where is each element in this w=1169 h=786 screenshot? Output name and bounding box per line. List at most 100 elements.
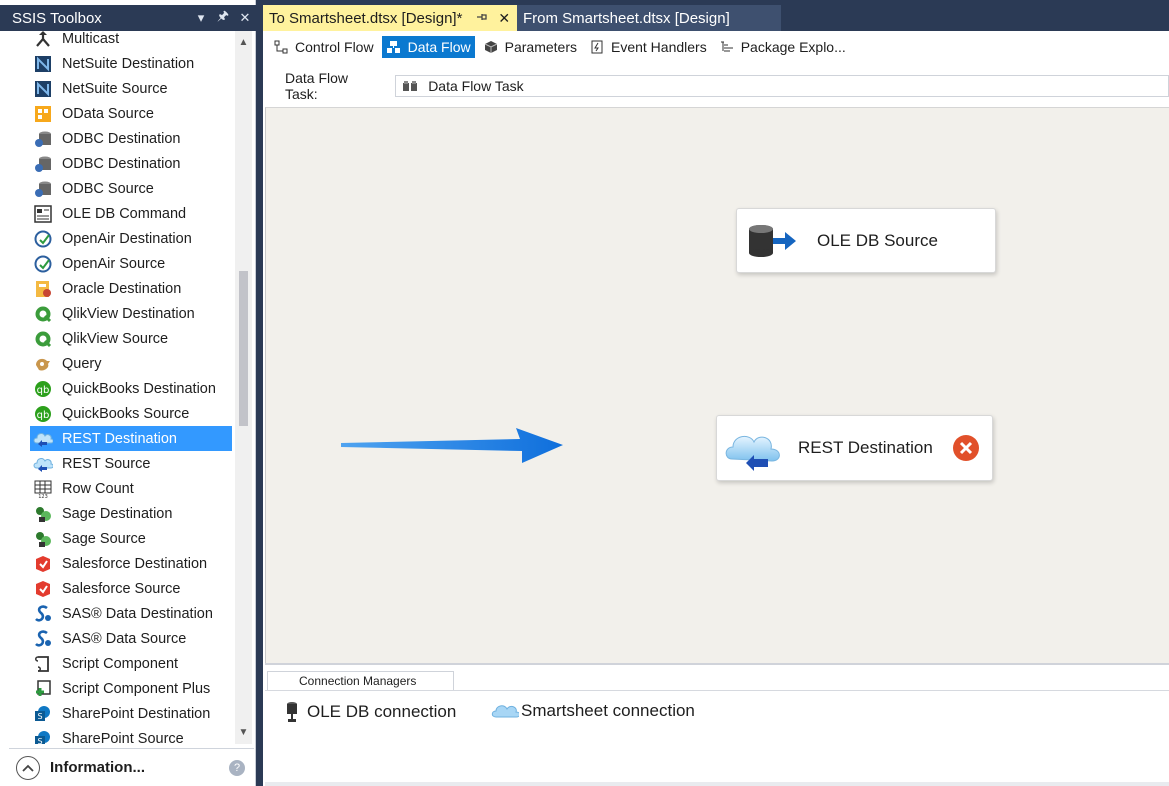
toolbox-item[interactable]: QlikView Destination [30,301,232,326]
scroll-down-icon[interactable]: ▼ [238,727,249,738]
svg-text:S: S [37,737,42,745]
connection-label: Smartsheet connection [521,701,695,720]
toolbox-item[interactable]: Script Component [30,651,232,676]
error-icon[interactable] [952,434,980,462]
toolbox-item-label: QlikView Destination [62,305,195,322]
toolbox-item[interactable]: S SharePoint Source [30,726,232,744]
toolbox-header: SSIS Toolbox ▾ 🖈 ✕ [0,5,256,31]
package-designer: Control Flow Data Flow Parameters Event … [263,31,1169,786]
toolbox-item[interactable]: OData Source [30,101,232,126]
rest-icon [33,454,53,474]
toolbox-item-label: Query [62,355,102,372]
openair-icon [33,254,53,274]
tab-package-explorer[interactable]: Package Explo... [715,36,850,58]
sage-icon [33,529,53,549]
toolbox-item[interactable]: SAS® Data Source [30,626,232,651]
toolbox-item-label: NetSuite Source [62,80,168,97]
help-icon[interactable]: ? [229,759,245,776]
tab-from-smartsheet[interactable]: From Smartsheet.dtsx [Design] [517,5,781,31]
query-icon [33,354,53,374]
svg-text:qb: qb [37,410,50,421]
toolbox-item[interactable]: NetSuite Source [30,76,232,101]
toolbox-item-label: QuickBooks Source [62,405,190,422]
pin-icon[interactable]: 🖈 [212,7,234,29]
tab-data-flow[interactable]: Data Flow [381,36,475,58]
toolbox-item[interactable]: Sage Destination [30,501,232,526]
toolbox-item[interactable]: OLE DB Command [30,201,232,226]
toolbox-item-label: SAS® Data Destination [62,605,213,622]
smartsheet-connection[interactable]: Smartsheet connection [491,701,695,721]
toolbox-item[interactable]: 123 Row Count [30,476,232,501]
toolbox-item-label: ODBC Destination [62,130,181,147]
toolbox-scrollbar[interactable]: ▲ ▼ [235,31,252,744]
toolbox-item[interactable]: S SharePoint Destination [30,701,232,726]
toolbox-item[interactable]: Oracle Destination [30,276,232,301]
close-icon[interactable]: ✕ [234,10,256,26]
connection-managers-pane: Connection Managers OLE DB connection Sm… [265,663,1169,786]
information-label: Information... [50,759,145,776]
sas-icon [33,629,53,649]
rest-destination-component[interactable]: REST Destination [716,415,993,481]
data-flow-task-select[interactable]: Data Flow Task [395,75,1169,97]
toolbox-item[interactable]: OpenAir Destination [30,226,232,251]
tab-event-handlers[interactable]: Event Handlers [585,36,711,58]
pin-icon[interactable] [476,11,488,25]
toolbox-item[interactable]: Query [30,351,232,376]
toolbox-item-label: REST Destination [62,430,177,447]
toolbox-item[interactable]: ODBC Destination [30,126,232,151]
tab-parameters[interactable]: Parameters [479,36,581,58]
toolbox-title: SSIS Toolbox [12,9,102,27]
tab-to-smartsheet[interactable]: To Smartsheet.dtsx [Design]* ✕ [263,5,517,31]
toolbox-item[interactable]: Multicast [30,31,232,51]
toolbox-item-label: OData Source [62,105,154,122]
data-flow-canvas[interactable]: OLE DB Source REST Destination [265,107,1169,663]
toolbox-item[interactable]: REST Destination [30,426,232,451]
openair-icon [33,229,53,249]
toolbox-item[interactable]: ODBC Source [30,176,232,201]
quickbooks-icon: qb [33,379,53,399]
toolbox-item-label: Sage Source [62,530,146,547]
row-count-icon: 123 [33,479,53,499]
toolbox-item[interactable]: Salesforce Source [30,576,232,601]
multicast-icon [33,31,53,49]
toolbox-item[interactable]: SAS® Data Destination [30,601,232,626]
tab-label: Control Flow [295,39,374,55]
toolbox-item[interactable]: qb QuickBooks Destination [30,376,232,401]
ole-db-source-component[interactable]: OLE DB Source [736,208,996,273]
toolbox-item-label: NetSuite Destination [62,55,195,72]
dropdown-icon[interactable]: ▾ [190,10,212,26]
script-icon [33,654,53,674]
toolbox-item[interactable]: Salesforce Destination [30,551,232,576]
scroll-up-icon[interactable]: ▲ [238,37,249,48]
chevron-up-icon [22,764,34,772]
salesforce-icon [33,579,53,599]
pointer-arrow-icon [341,428,563,463]
scrollbar-thumb[interactable] [239,271,248,426]
toolbox-item[interactable]: NetSuite Destination [30,51,232,76]
tab-connection-managers[interactable]: Connection Managers [267,671,454,690]
expand-info-button[interactable] [16,755,40,780]
tab-label: Package Explo... [740,39,846,55]
pane-bottom-border [265,782,1169,786]
toolbox-item-label: ODBC Source [62,180,154,197]
toolbox-item[interactable]: Sage Source [30,526,232,551]
toolbox-item[interactable]: OpenAir Source [30,251,232,276]
salesforce-icon [33,554,53,574]
toolbox-item[interactable]: ODBC Destination [30,151,232,176]
toolbox-item[interactable]: QlikView Source [30,326,232,351]
toolbox-item-label: ODBC Destination [62,155,181,172]
close-tab-icon[interactable]: ✕ [498,10,510,27]
tab-label: From Smartsheet.dtsx [Design] [523,9,730,27]
connection-label: OLE DB connection [307,702,457,721]
sharepoint-icon: S [33,704,53,724]
tab-control-flow[interactable]: Control Flow [269,36,378,58]
toolbox-item[interactable]: REST Source [30,451,232,476]
rest-destination-icon [724,423,784,473]
toolbox-list: Multicast NetSuite Destination NetSuite So… [9,31,232,744]
toolbox-item[interactable]: qb QuickBooks Source [30,401,232,426]
ole-db-connection[interactable]: OLE DB connection [285,701,456,723]
divider [265,690,1169,691]
odata-icon [33,104,53,124]
toolbox-item[interactable]: Script Component Plus [30,676,232,701]
oledb-source-icon [747,223,797,259]
